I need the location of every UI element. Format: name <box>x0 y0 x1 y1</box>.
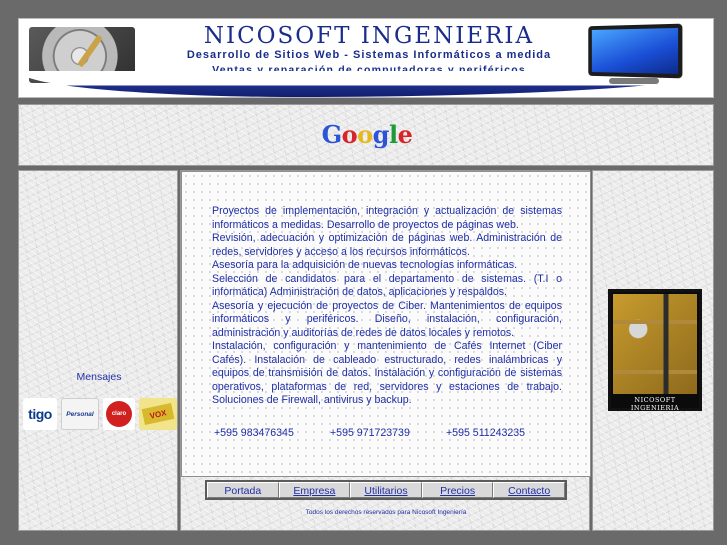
right-sidebar: NICOSOFT INGENIERIA <box>592 170 714 531</box>
google-logo-letter: o <box>341 120 358 149</box>
banner-tagline: Desarrollo de Sitios Web - Sistemas Info… <box>186 49 552 61</box>
left-sidebar: Mensajes tigo Personal claro VOX <box>18 170 178 531</box>
service-paragraph: Asesoría y ejecución de proyectos de Cib… <box>212 299 562 339</box>
monitor-image <box>579 23 689 85</box>
nav-bar: Portada Empresa Utilitarios Precios Cont… <box>205 480 567 500</box>
motherboard-image[interactable]: NICOSOFT INGENIERIA <box>608 289 702 412</box>
service-paragraph: Proyectos de implementación, integración… <box>212 205 562 231</box>
google-logo-letter: e <box>397 120 413 149</box>
motherboard-photo <box>613 294 697 394</box>
services-text: Proyectos de implementación, integración… <box>212 205 562 408</box>
brand-title: NICOSOFT INGENIERIA <box>203 23 535 49</box>
nav-precios[interactable]: Precios <box>421 482 494 498</box>
main-content: Proyectos de implementación, integración… <box>180 170 591 531</box>
google-logo-letter: o <box>357 120 373 149</box>
nav-empresa[interactable]: Empresa <box>278 482 351 498</box>
service-paragraph: Revisión, adecuación y optimización de p… <box>212 232 562 258</box>
nav-contacto[interactable]: Contacto <box>493 482 565 498</box>
mensajes-label[interactable]: Mensajes <box>19 371 179 383</box>
personal-logo[interactable]: Personal <box>61 398 99 430</box>
google-logo[interactable]: Google <box>19 120 715 149</box>
header-banner: NICOSOFT INGENIERIA Desarrollo de Sitios… <box>18 18 714 98</box>
service-paragraph: Asesoría para la adquisición de nuevas t… <box>212 259 518 271</box>
tigo-logo[interactable]: tigo <box>23 398 57 430</box>
google-band: Google <box>18 104 714 166</box>
google-logo-letter: G <box>321 120 343 149</box>
phone-number: +595 511243235 <box>446 427 526 439</box>
google-logo-letter: l <box>388 120 398 149</box>
vox-logo[interactable]: VOX <box>139 398 177 430</box>
service-paragraph: Selección de candidatos para el departam… <box>212 272 562 299</box>
claro-logo-label: claro <box>106 401 132 427</box>
phone-list: +595 983476345 +595 971723739 +595 5112432… <box>214 427 564 439</box>
phone-number: +595 971723739 <box>330 427 410 439</box>
services-panel: Proyectos de implementación, integración… <box>181 171 591 477</box>
copyright-text: Todos los derechos reservados para Nicos… <box>305 509 467 516</box>
vox-logo-label: VOX <box>141 403 175 425</box>
google-logo-letter: g <box>372 120 390 149</box>
carrier-logos: tigo Personal claro VOX <box>23 398 179 430</box>
nav-portada[interactable]: Portada <box>207 482 279 498</box>
service-paragraph: Instalación, configuración y mantenimien… <box>212 340 562 406</box>
claro-logo[interactable]: claro <box>103 398 135 430</box>
nav-utilitarios[interactable]: Utilitarios <box>350 482 422 498</box>
motherboard-label: NICOSOFT INGENIERIA <box>630 396 680 412</box>
banner-phones: Consultas 0983 476345 - 0971 723739 - 05… <box>216 77 522 88</box>
phone-number: +595 983476345 <box>214 427 294 439</box>
